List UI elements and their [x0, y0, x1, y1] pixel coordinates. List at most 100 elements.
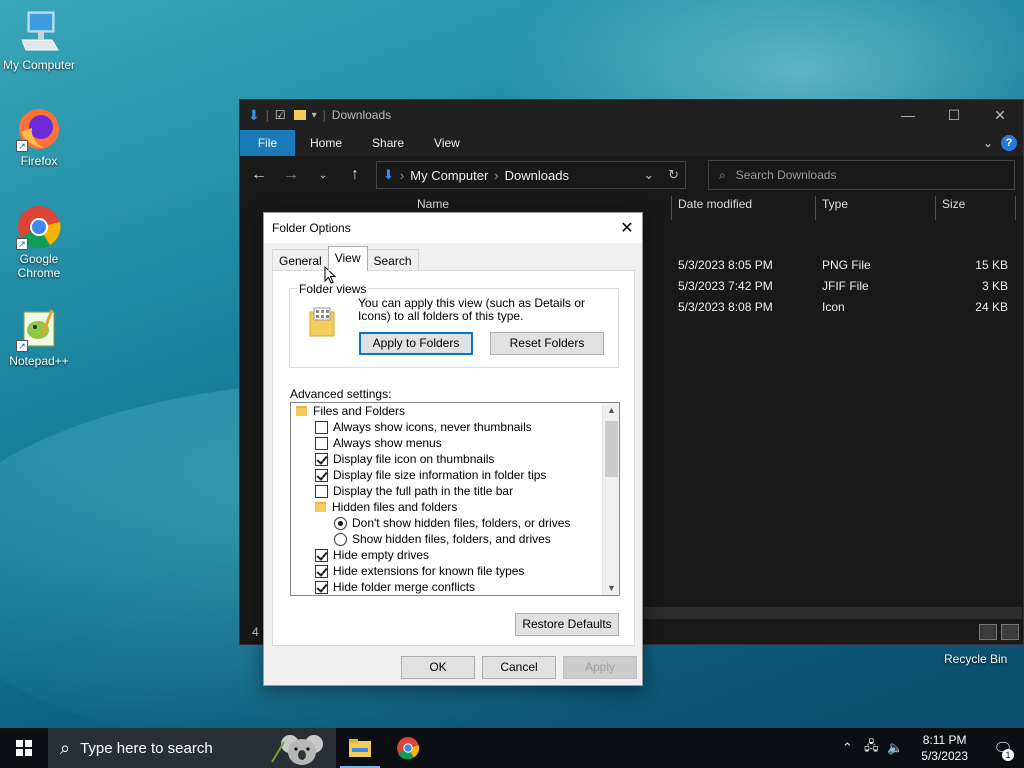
- dialog-tabs: General View Search: [272, 246, 419, 271]
- checkbox-checked[interactable]: [315, 564, 328, 578]
- search-placeholder: Search Downloads: [735, 168, 837, 182]
- advanced-settings-list[interactable]: Files and Folders Always show icons, nev…: [290, 402, 620, 596]
- tab-view[interactable]: View: [327, 246, 368, 271]
- file-type: Icon: [822, 300, 845, 314]
- advanced-settings-label: Advanced settings:: [290, 387, 392, 401]
- refresh-icon[interactable]: ↻: [668, 167, 679, 183]
- minimize-icon[interactable]: —: [885, 100, 931, 130]
- list-item[interactable]: Always show menus: [315, 435, 442, 451]
- list-item[interactable]: Show hidden files, folders, and drives: [334, 531, 551, 547]
- checkbox-checked[interactable]: [315, 452, 328, 466]
- ribbon-tab-view[interactable]: View: [419, 130, 475, 156]
- setting-label: Don't show hidden files, folders, or dri…: [352, 516, 571, 530]
- cancel-button[interactable]: Cancel: [482, 656, 556, 679]
- download-arrow-icon: ⬇: [383, 167, 394, 182]
- help-icon[interactable]: ?: [1001, 135, 1017, 151]
- setting-label: Show hidden files, folders, and drives: [352, 532, 551, 546]
- column-header-name[interactable]: Name: [417, 197, 449, 211]
- notification-center-button[interactable]: 🗨 1: [982, 739, 1024, 761]
- radio-selected[interactable]: [334, 516, 347, 530]
- list-item[interactable]: Hide empty drives: [315, 547, 429, 563]
- column-header-type[interactable]: Type: [822, 197, 848, 211]
- tab-general[interactable]: General: [272, 249, 329, 271]
- ok-button[interactable]: OK: [401, 656, 475, 679]
- new-folder-icon[interactable]: [293, 110, 306, 120]
- breadcrumb-my-computer[interactable]: My Computer: [410, 168, 488, 183]
- up-icon[interactable]: ↑: [344, 166, 366, 184]
- setting-label: Hidden files and folders: [332, 500, 458, 514]
- checkbox-checked[interactable]: [315, 468, 328, 482]
- list-item[interactable]: Don't show hidden files, folders, or dri…: [334, 515, 570, 531]
- folder-options-dialog: Folder Options ✕ General View Search Fol…: [263, 212, 643, 686]
- folder-views-group: Folder views You can apply this view (su…: [289, 282, 619, 368]
- checkbox-checked[interactable]: [315, 580, 328, 594]
- desktop-icon-my-computer[interactable]: My Computer: [0, 10, 78, 72]
- close-icon[interactable]: ✕: [977, 100, 1023, 130]
- volume-icon[interactable]: 🔈: [883, 740, 907, 756]
- radio[interactable]: [334, 532, 347, 546]
- taskbar-google-chrome[interactable]: [384, 728, 432, 768]
- file-type: PNG File: [822, 258, 871, 272]
- properties-icon[interactable]: ☑: [275, 108, 286, 122]
- apply-to-folders-button[interactable]: Apply to Folders: [359, 332, 473, 355]
- checkbox-checked[interactable]: [315, 548, 328, 562]
- list-item[interactable]: Always show icons, never thumbnails: [315, 419, 532, 435]
- tab-search[interactable]: Search: [366, 249, 419, 271]
- list-item[interactable]: Display the full path in the title bar: [315, 483, 513, 499]
- checkbox[interactable]: [315, 436, 328, 450]
- ribbon-tab-home[interactable]: Home: [295, 130, 357, 156]
- apply-button[interactable]: Apply: [563, 656, 637, 679]
- horizontal-scrollbar[interactable]: [644, 607, 1022, 619]
- notepad-plus-plus-icon: ↗: [16, 306, 62, 352]
- restore-defaults-button[interactable]: Restore Defaults: [515, 613, 619, 636]
- computer-icon: [16, 10, 62, 56]
- vertical-scrollbar[interactable]: ▲ ▼: [602, 403, 619, 595]
- address-bar[interactable]: ⬇ › My Computer › Downloads ⌄ ↻: [376, 161, 686, 189]
- window-title: Downloads: [331, 108, 392, 122]
- search-downloads-input[interactable]: ⌕ Search Downloads: [708, 160, 1015, 190]
- folder-views-description: You can apply this view (such as Details…: [358, 296, 586, 323]
- desktop-icon-google-chrome[interactable]: ↗ Google Chrome: [0, 204, 78, 280]
- column-header-date-modified[interactable]: Date modified: [678, 197, 752, 211]
- large-icons-view-icon[interactable]: [1001, 624, 1019, 640]
- desktop-icon-recycle-bin[interactable]: Recycle Bin: [944, 652, 1007, 666]
- details-view-icon[interactable]: [979, 624, 997, 640]
- forward-icon[interactable]: →: [280, 166, 302, 184]
- list-item[interactable]: Hide extensions for known file types: [315, 563, 524, 579]
- list-item[interactable]: Display file size information in folder …: [315, 467, 546, 483]
- taskbar-search-box[interactable]: ⌕ Type here to search: [48, 728, 336, 768]
- network-icon[interactable]: 🖧: [859, 737, 883, 759]
- clock[interactable]: 8:11 PM 5/3/2023: [907, 732, 982, 764]
- list-item[interactable]: Display file icon on thumbnails: [315, 451, 494, 467]
- scroll-thumb[interactable]: [605, 421, 618, 477]
- desktop-icon-firefox[interactable]: ↗ Firefox: [0, 106, 78, 168]
- chevron-up-icon[interactable]: ⌃: [835, 740, 859, 756]
- recent-locations-icon[interactable]: ⌄: [312, 170, 334, 181]
- checkbox[interactable]: [315, 484, 328, 498]
- dialog-title: Folder Options: [272, 221, 351, 235]
- scroll-up-icon[interactable]: ▲: [603, 405, 619, 415]
- setting-label: Always show icons, never thumbnails: [333, 420, 532, 434]
- firefox-icon: ↗: [16, 106, 62, 152]
- chrome-icon: ↗: [16, 204, 62, 250]
- maximize-icon[interactable]: ☐: [931, 100, 977, 130]
- close-icon[interactable]: ✕: [612, 218, 642, 238]
- list-item: Hidden files and folders: [315, 499, 457, 515]
- desktop-icon-notepad-plus-plus[interactable]: ↗ Notepad++: [0, 306, 78, 368]
- list-item[interactable]: Hide folder merge conflicts: [315, 579, 475, 595]
- ribbon-tabs: File Home Share View ⌄ ?: [240, 130, 1023, 156]
- ribbon-tab-file[interactable]: File: [240, 130, 295, 156]
- ribbon-tab-share[interactable]: Share: [357, 130, 419, 156]
- dialog-title-bar: Folder Options ✕: [264, 213, 642, 243]
- breadcrumb-downloads[interactable]: Downloads: [505, 168, 569, 183]
- address-dropdown-icon[interactable]: ⌄: [643, 167, 654, 183]
- quick-access-dropdown-icon[interactable]: ▾: [312, 110, 317, 121]
- back-icon[interactable]: ←: [248, 166, 270, 184]
- start-button[interactable]: [0, 728, 48, 768]
- scroll-down-icon[interactable]: ▼: [603, 583, 619, 593]
- taskbar-file-explorer[interactable]: [336, 728, 384, 768]
- reset-folders-button[interactable]: Reset Folders: [490, 332, 604, 355]
- column-header-size[interactable]: Size: [942, 197, 965, 211]
- expand-ribbon-icon[interactable]: ⌄: [983, 136, 993, 150]
- checkbox[interactable]: [315, 420, 328, 434]
